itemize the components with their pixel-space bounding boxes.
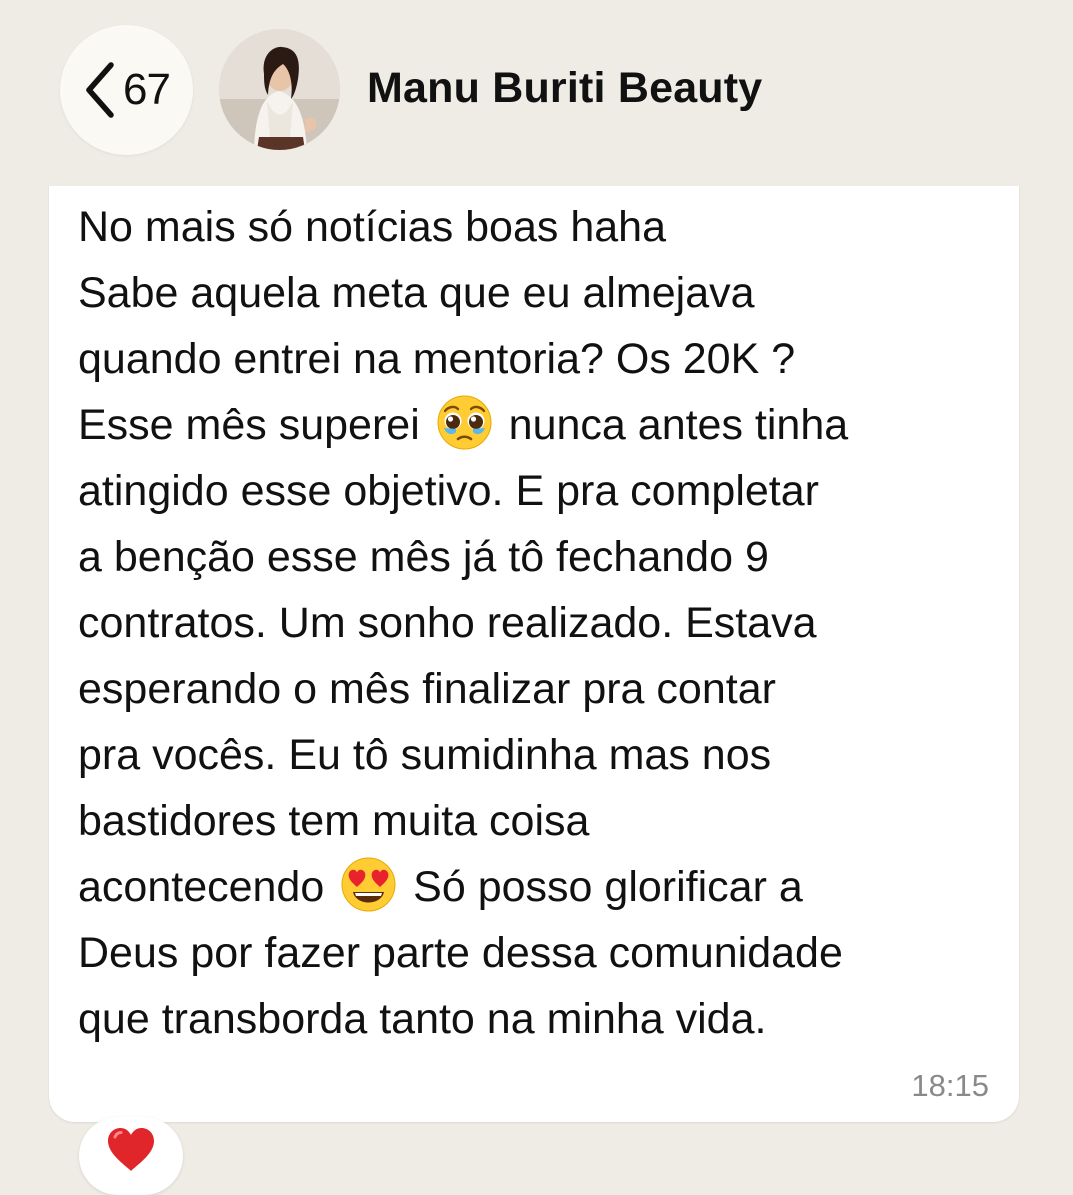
pleading-face-emoji <box>436 394 493 451</box>
message-line: No mais só notícias boas haha <box>78 203 666 251</box>
message-line: contratos. Um sonho realizado. Estava <box>78 599 817 647</box>
chat-header: 67 Manu Buriti Beauty <box>0 0 1073 186</box>
message-line: Sabe aquela meta que eu almejava <box>78 269 755 317</box>
contact-avatar[interactable] <box>219 29 340 150</box>
message-line: atingido esse objetivo. E pra completar <box>78 467 819 515</box>
message-line: pra vocês. Eu tô sumidinha mas nos <box>78 731 772 779</box>
heart-eyes-emoji <box>340 856 397 913</box>
message-timestamp: 18:15 <box>911 1068 989 1103</box>
back-button[interactable]: 67 <box>60 25 193 155</box>
message-bubble[interactable]: No mais só notícias boas haha Sabe aquel… <box>49 150 1019 1122</box>
reaction-badge[interactable] <box>79 1117 183 1195</box>
message-line: esperando o mês finalizar pra contar <box>78 665 776 713</box>
message-line: Esse mês superei nunca antes tinha <box>78 392 848 458</box>
message-line: Deus por fazer parte dessa comunidade <box>78 929 843 977</box>
message-text: No mais só notícias boas haha Sabe aquel… <box>49 186 1019 1106</box>
message-line: quando entrei na mentoria? Os 20K ? <box>78 335 796 383</box>
contact-name[interactable]: Manu Buriti Beauty <box>367 64 762 113</box>
message-line: acontecendo Só posso glorificar a <box>78 854 803 920</box>
unread-count: 67 <box>123 65 171 114</box>
red-heart-icon <box>108 1128 154 1171</box>
message-line: a benção esse mês já tô fechando 9 <box>78 533 769 581</box>
message-line: que transborda tanto na minha vida. <box>78 995 767 1043</box>
message-line: bastidores tem muita coisa <box>78 797 590 845</box>
chevron-left-icon <box>86 62 114 118</box>
